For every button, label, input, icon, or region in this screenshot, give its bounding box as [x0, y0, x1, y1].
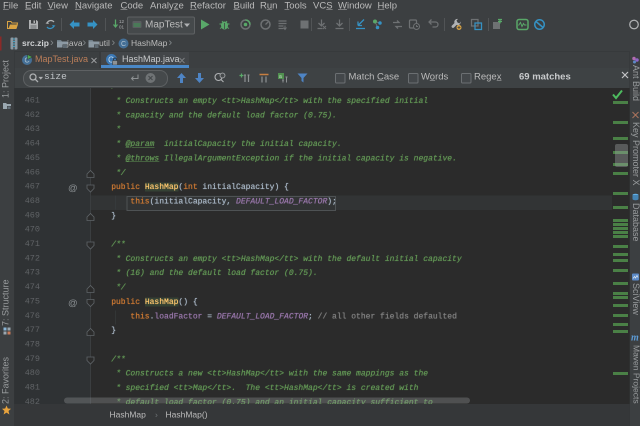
svg-text:a: a: [279, 74, 282, 80]
svg-text:01: 01: [119, 25, 125, 30]
svg-text:C: C: [121, 41, 126, 48]
svg-text:12: 12: [119, 19, 125, 24]
